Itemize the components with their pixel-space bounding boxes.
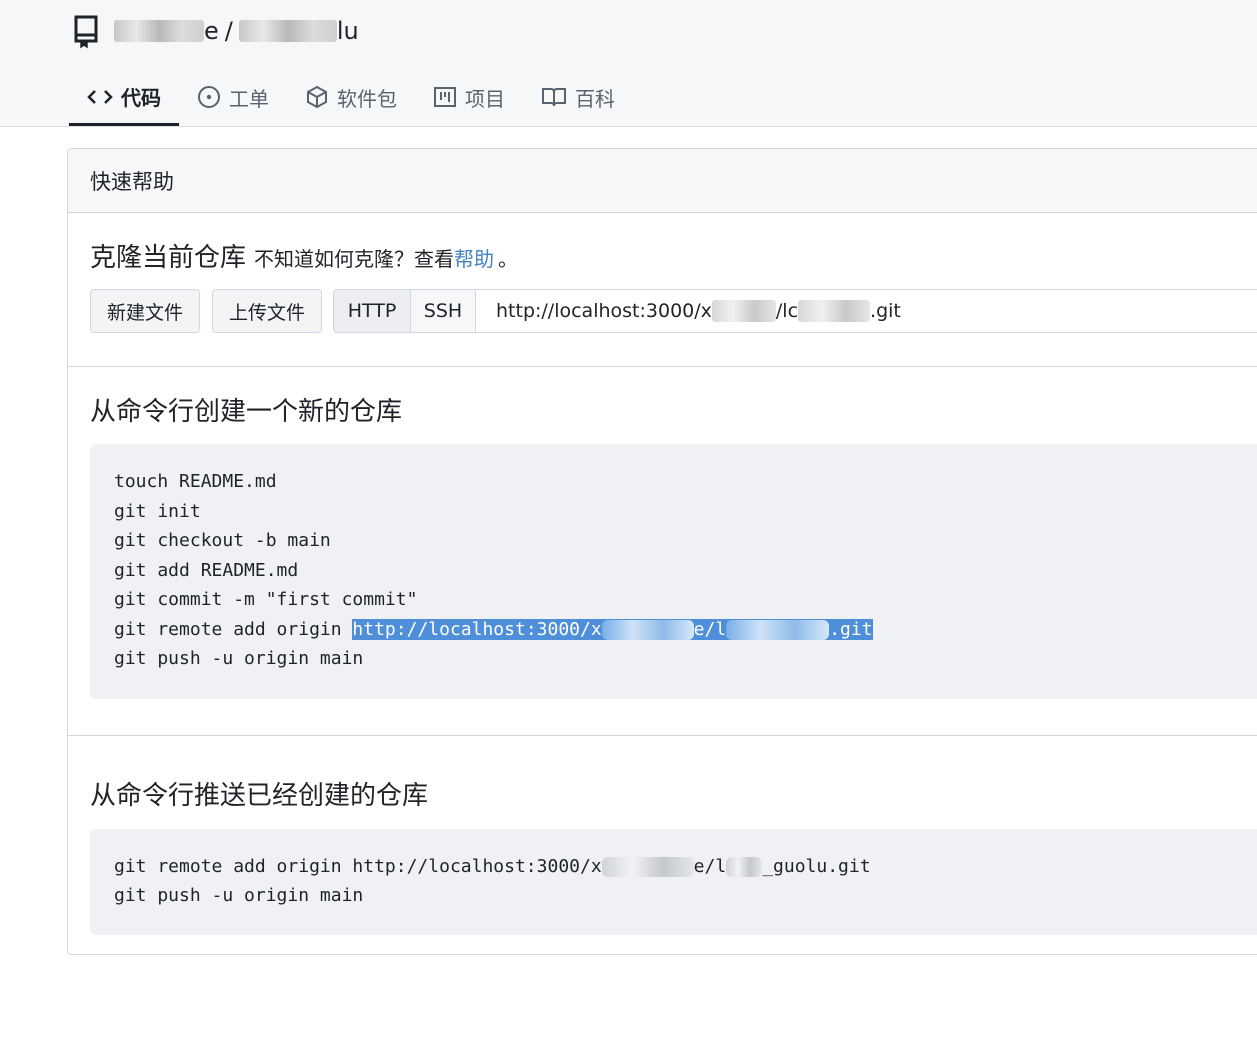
push-remote-cmd: git remote add origin http://localhost:3…: [114, 856, 602, 877]
ssh-button[interactable]: SSH: [411, 290, 476, 332]
repo-separator: /: [224, 17, 233, 45]
clone-period: 。: [498, 247, 519, 271]
push-url-mid: e/l: [693, 856, 727, 877]
project-icon: [434, 87, 456, 107]
tab-wiki[interactable]: 百科: [523, 70, 633, 124]
code-line: git commit -m "first commit": [114, 589, 418, 610]
remote-url-masked-name: [726, 620, 830, 640]
code-line-remote: git remote add origin http://localhost:3…: [114, 854, 871, 880]
new-file-button[interactable]: 新建文件: [90, 289, 200, 333]
remote-url-prefix: http://localhost:3000/x: [352, 619, 602, 640]
new-repo-title: 从命令行创建一个新的仓库: [90, 397, 403, 427]
section-divider: [68, 735, 1257, 736]
tab-code-label: 代码: [121, 86, 161, 110]
clone-url-masked-owner: [711, 300, 776, 322]
code-line: git push -u origin main: [114, 648, 364, 669]
remote-url-mid: e/l: [693, 619, 727, 640]
section-divider: [68, 366, 1257, 367]
package-icon: [307, 85, 327, 109]
code-line: touch README.md: [114, 471, 277, 492]
clone-section-title: 克隆当前仓库 不知道如何克隆？查看 帮助 。: [90, 237, 518, 274]
tab-packages[interactable]: 软件包: [287, 70, 415, 124]
book-icon: [542, 88, 566, 107]
repo-name-visible: lu: [336, 17, 359, 45]
remote-url-masked-owner: [601, 620, 694, 640]
issue-icon: [198, 86, 220, 108]
clone-url-mid: /lc: [775, 300, 799, 322]
help-link[interactable]: 帮助: [454, 243, 494, 272]
repo-header: e / lu 代码 工单 软件包 项目 百科: [0, 0, 1257, 127]
clone-url-suffix: .git: [870, 300, 901, 322]
push-url-masked-name: [726, 857, 763, 877]
repo-tabs: 代码 工单 软件包 项目 百科: [69, 70, 633, 126]
code-line-remote: git remote add origin http://localhost:3…: [114, 617, 873, 643]
remote-cmd: git remote add origin: [114, 619, 353, 640]
upload-file-button[interactable]: 上传文件: [212, 289, 322, 333]
repo-name-masked: [238, 20, 337, 42]
repo-title: e / lu: [72, 10, 359, 52]
code-line: git push -u origin main: [114, 885, 364, 906]
clone-url-input[interactable]: http://localhost:3000/x /lc .git: [476, 290, 1257, 332]
code-line: git init: [114, 501, 201, 522]
push-repo-code-block[interactable]: git remote add origin http://localhost:3…: [90, 829, 1257, 935]
repo-path[interactable]: e / lu: [114, 17, 359, 45]
selected-remote-url: http://localhost:3000/x e/l .git: [352, 619, 873, 640]
repo-owner-masked: [114, 20, 204, 42]
http-button[interactable]: HTTP: [334, 290, 411, 332]
clone-url-group: HTTP SSH http://localhost:3000/x /lc .gi…: [333, 289, 1257, 333]
clone-hint: 不知道如何克隆？查看: [254, 247, 455, 271]
remote-url-suffix: .git: [829, 619, 873, 640]
push-repo-title: 从命令行推送已经创建的仓库: [90, 781, 429, 811]
quick-help-card: 快速帮助 克隆当前仓库 不知道如何克隆？查看 帮助 。 新建文件 上传文件 HT…: [67, 148, 1257, 955]
code-line: git checkout -b main: [114, 530, 331, 551]
code-icon: [87, 89, 113, 104]
tab-projects[interactable]: 项目: [415, 70, 523, 124]
clone-url-prefix: http://localhost:3000/x: [496, 300, 712, 322]
tab-packages-label: 软件包: [337, 86, 397, 111]
code-line: git add README.md: [114, 560, 299, 581]
tab-issues[interactable]: 工单: [179, 70, 287, 124]
repo-owner-visible: e: [204, 17, 219, 45]
tab-issues-label: 工单: [229, 86, 269, 111]
quick-help-title: 快速帮助: [68, 149, 1257, 213]
push-url-masked-owner: [601, 857, 694, 877]
clone-title: 克隆当前仓库: [90, 243, 247, 273]
clone-url-masked-name: [798, 300, 871, 322]
tab-projects-label: 项目: [465, 86, 505, 111]
tab-wiki-label: 百科: [575, 86, 615, 111]
tab-code[interactable]: 代码: [69, 70, 179, 126]
new-repo-code-block[interactable]: touch README.md git init git checkout -b…: [90, 444, 1257, 699]
push-url-suffix: _guolu.git: [762, 856, 871, 877]
repo-icon: [74, 15, 98, 49]
